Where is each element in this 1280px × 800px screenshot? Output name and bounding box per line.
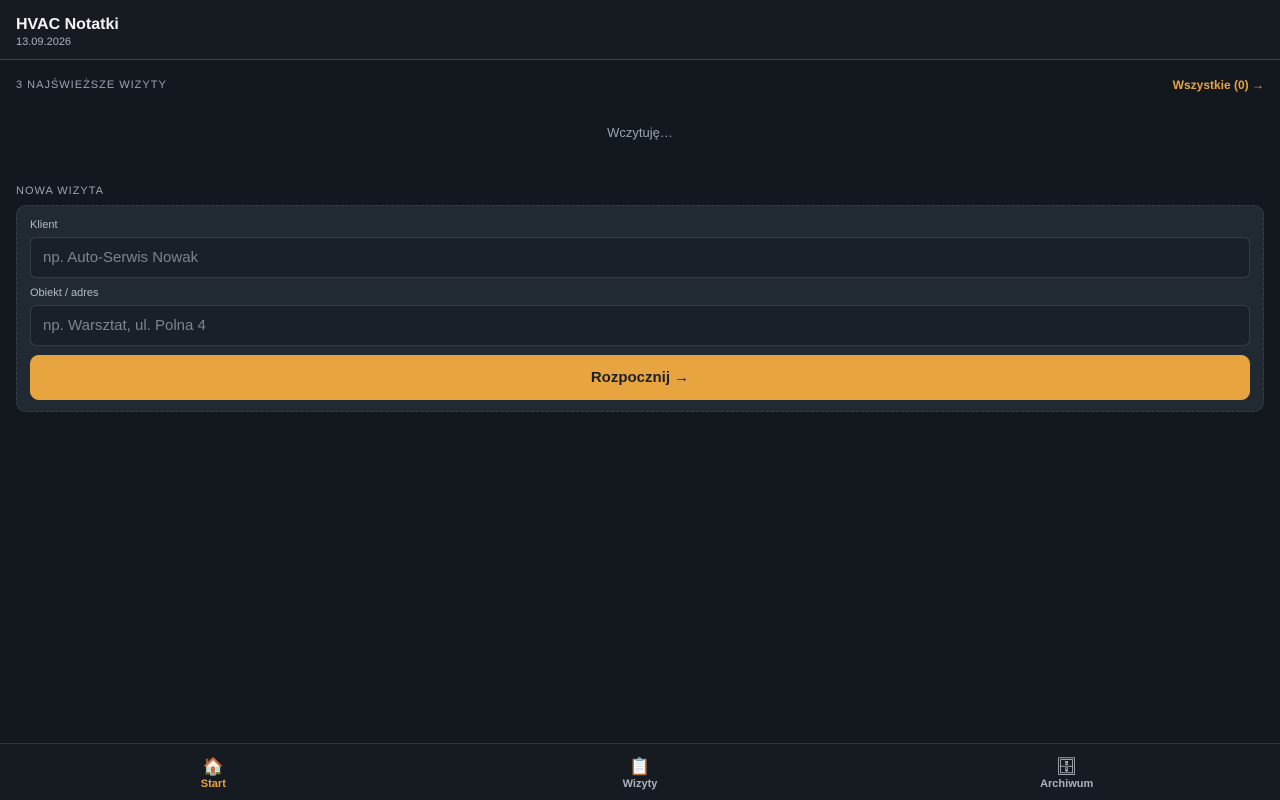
nav-item-start[interactable]: 🏠 Start [0, 744, 427, 800]
bottom-nav: 🏠 Start 📋 Wizyty 🗄 Archiwum [0, 743, 1280, 800]
app-root: HVAC Notatki 13.09.2026 3 NAJŚWIEŻSZE WI… [0, 0, 1280, 800]
file-cabinet-icon: 🗄 [1055, 756, 1078, 776]
nav-item-archive[interactable]: 🗄 Archiwum [853, 744, 1280, 800]
clipboard-icon: 📋 [629, 756, 651, 776]
recent-visits-label: 3 NAJŚWIEŻSZE WIZYTY [16, 79, 167, 91]
home-icon: 🏠 [202, 756, 224, 776]
client-label: Klient [30, 219, 58, 231]
start-visit-button[interactable]: Rozpocznij → [30, 355, 1250, 400]
nav-label-visits: Wizyty [622, 777, 658, 790]
new-visit-label: NOWA WIZYTA [16, 185, 104, 197]
all-visits-link[interactable]: Wszystkie (0) → [1173, 78, 1264, 92]
app-header: HVAC Notatki 13.09.2026 [0, 0, 1280, 60]
recent-visits-header: 3 NAJŚWIEŻSZE WIZYTY Wszystkie (0) → [16, 77, 1264, 93]
object-address-input[interactable] [30, 305, 1250, 346]
new-visit-form: Klient Obiekt / adres Rozpocznij → [16, 205, 1264, 412]
app-title: HVAC Notatki [16, 16, 119, 33]
current-date: 13.09.2026 [16, 36, 72, 48]
nav-item-visits[interactable]: 📋 Wizyty [427, 744, 854, 800]
object-address-label: Obiekt / adres [30, 287, 99, 299]
nav-label-archive: Archiwum [1040, 777, 1094, 790]
client-input[interactable] [30, 237, 1250, 278]
nav-label-start: Start [200, 777, 226, 790]
loading-indicator: Wczytuję… [607, 125, 673, 140]
